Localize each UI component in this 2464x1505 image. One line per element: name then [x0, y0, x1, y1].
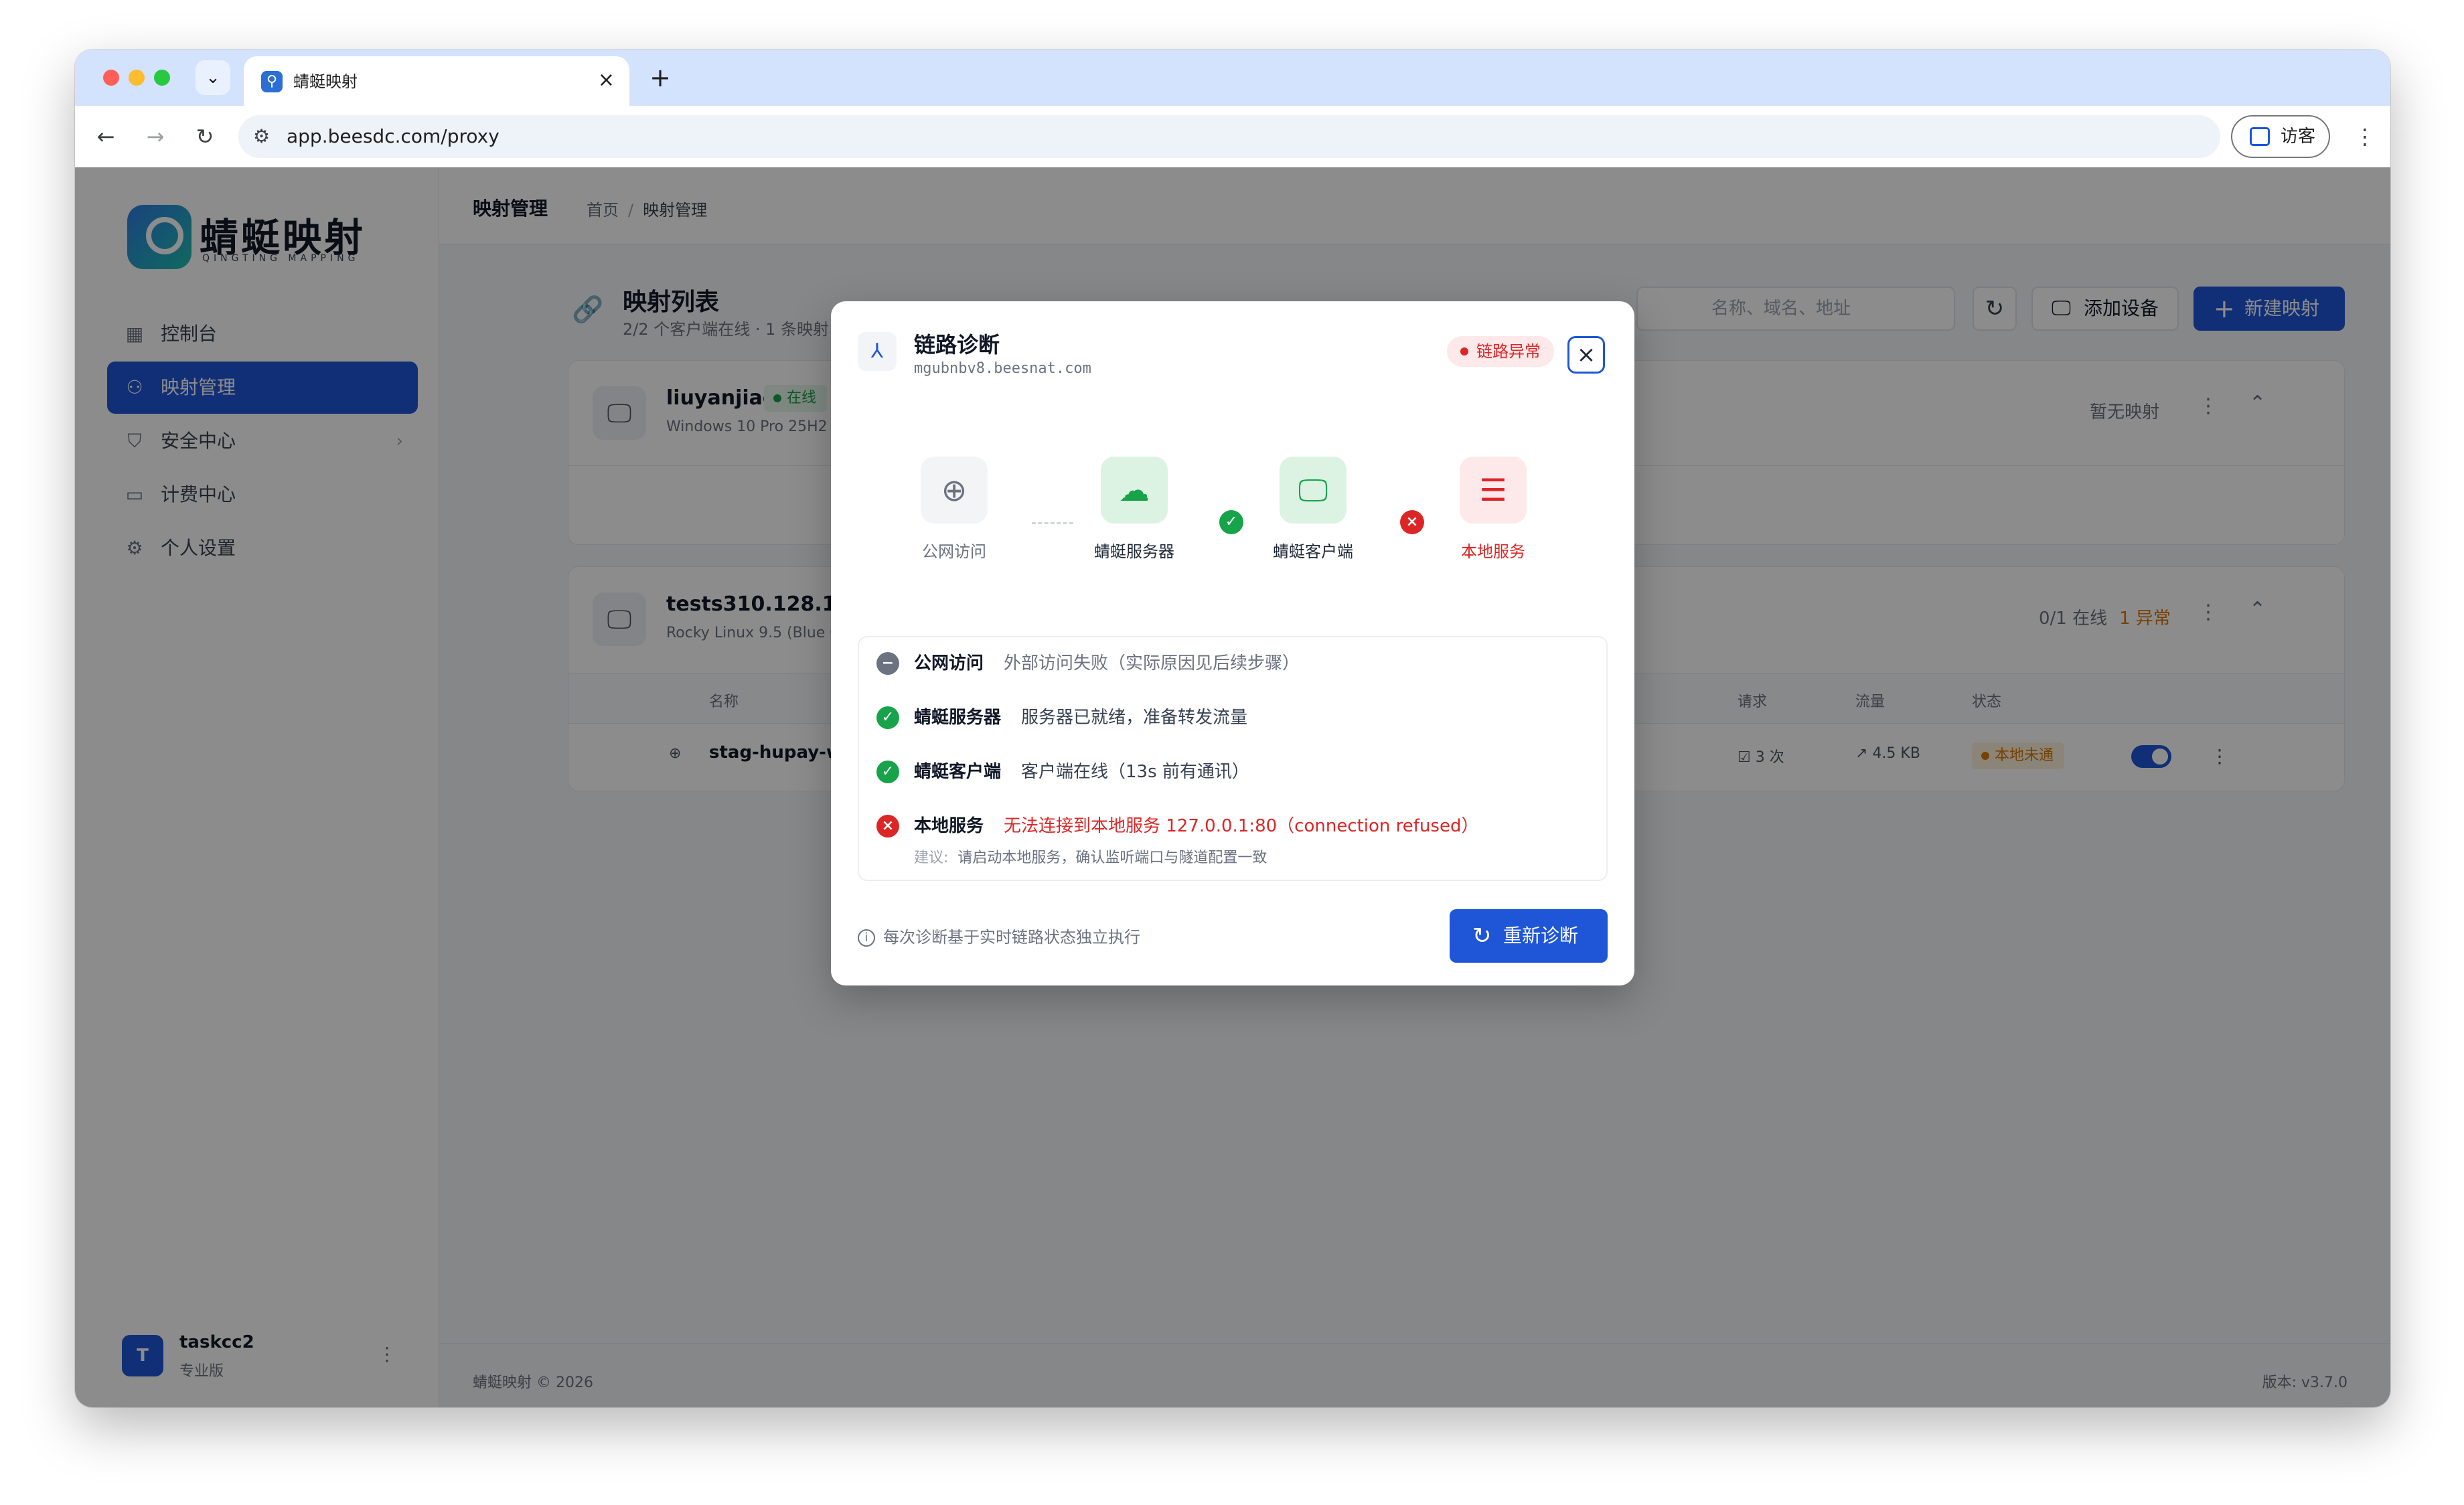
browser-menu-icon[interactable]: ⋮ [2352, 121, 2378, 153]
url-omnibox[interactable]: ⚙ app.beesdc.com/proxy [238, 115, 2220, 158]
step-name: 公网访问 [914, 653, 984, 674]
step-desc: 无法连接到本地服务 127.0.0.1:80（connection refuse… [1004, 816, 1479, 836]
list-item: − 公网访问 外部访问失败（实际原因见后续步骤） [859, 652, 1606, 706]
refresh-icon: ↻ [1472, 923, 1492, 949]
browser-window: ⌄ ⚲ 蜻蜓映射 × + ← → ↻ ⚙ app.beesdc.com/prox… [75, 50, 2390, 1407]
node-label: 本地服务 [1461, 542, 1525, 561]
maximize-window-button[interactable] [154, 70, 170, 86]
site-settings-icon[interactable]: ⚙ [253, 125, 270, 149]
server-icon: ☰ [1460, 457, 1527, 524]
globe-icon: ⊕ [921, 457, 988, 524]
rerun-diagnosis-button[interactable]: ↻ 重新诊断 [1450, 909, 1608, 963]
step-desc: 外部访问失败（实际原因见后续步骤） [1004, 653, 1300, 674]
url-text[interactable]: app.beesdc.com/proxy [287, 125, 499, 149]
tab-search-chevron-icon[interactable]: ⌄ [196, 60, 230, 95]
footer-info: i 每次诊断基于实时链路状态独立执行 [858, 924, 1140, 947]
new-tab-button[interactable]: + [643, 60, 678, 95]
step-desc: 服务器已就绪，准备转发流量 [1021, 708, 1248, 728]
browser-tab[interactable]: ⚲ 蜻蜓映射 × [244, 56, 629, 106]
step-desc: 客户端在线（13s 前有通讯） [1021, 762, 1249, 782]
close-tab-icon[interactable]: × [598, 67, 615, 94]
monitor-icon: 🖵 [1280, 457, 1346, 524]
step-name: 本地服务 [914, 816, 984, 836]
minimize-window-button[interactable] [129, 70, 145, 86]
footer-info-text: 每次诊断基于实时链路状态独立执行 [883, 928, 1140, 947]
step-name: 蜻蜓服务器 [914, 708, 1002, 728]
close-window-button[interactable] [103, 70, 119, 86]
node-public: ⊕ 公网访问 [887, 457, 1021, 562]
node-label: 公网访问 [922, 542, 986, 561]
profile-icon [2250, 127, 2270, 146]
error-icon: × [1400, 510, 1424, 534]
info-icon: i [858, 929, 875, 947]
diagnostic-steps: − 公网访问 外部访问失败（实际原因见后续步骤） ✓ 蜻蜓服务器 服务器已就绪，… [858, 636, 1608, 881]
status-badge: 链路异常 [1447, 336, 1554, 367]
list-item: × 本地服务 无法连接到本地服务 127.0.0.1:80（connection… [859, 815, 1606, 868]
step-name: 蜻蜓客户端 [914, 762, 1002, 782]
modal-title: 链路诊断 [914, 332, 1000, 358]
step-hint: 建议: 请启动本地服务，确认监听端口与隧道配置一致 [914, 846, 1267, 867]
close-modal-button[interactable]: × [1567, 336, 1605, 374]
guest-label: 访客 [2281, 127, 2316, 147]
rerun-label: 重新诊断 [1503, 925, 1579, 947]
check-circle-icon: ✓ [876, 761, 899, 783]
tab-title: 蜻蜓映射 [293, 72, 358, 91]
back-arrow-icon[interactable]: ← [90, 121, 122, 153]
check-circle-icon: ✓ [876, 706, 899, 729]
modal-host: mgubnbv8.beesnat.com [914, 360, 1091, 377]
guest-profile-button[interactable]: 访客 [2231, 115, 2330, 158]
node-client: 🖵 蜻蜓客户端 [1246, 457, 1380, 562]
check-icon: ✓ [1219, 510, 1243, 534]
address-bar: ← → ↻ ⚙ app.beesdc.com/proxy 访客 ⋮ [75, 106, 2390, 167]
node-label: 蜻蜓客户端 [1273, 542, 1353, 561]
hint-text: 请启动本地服务，确认监听端口与隧道配置一致 [957, 850, 1267, 866]
network-icon: ⅄ [858, 332, 897, 371]
cloud-icon: ☁ [1101, 457, 1168, 524]
list-item: ✓ 蜻蜓客户端 客户端在线（13s 前有通讯） [859, 761, 1606, 814]
diagnostic-modal: ⅄ 链路诊断 mgubnbv8.beesnat.com 链路异常 × ⊕ 公网访… [831, 301, 1634, 985]
hint-key: 建议: [914, 850, 949, 866]
list-item: ✓ 蜻蜓服务器 服务器已就绪，准备转发流量 [859, 706, 1606, 760]
node-local: ☰ 本地服务 [1426, 457, 1560, 562]
error-circle-icon: × [876, 815, 899, 838]
tab-strip: ⌄ ⚲ 蜻蜓映射 × + [75, 50, 2390, 106]
node-server: ☁ 蜻蜓服务器 [1067, 457, 1201, 562]
reload-icon[interactable]: ↻ [189, 121, 221, 153]
favicon-icon: ⚲ [261, 71, 283, 92]
forward-arrow-icon[interactable]: → [139, 121, 171, 153]
node-label: 蜻蜓服务器 [1094, 542, 1174, 561]
minus-circle-icon: − [876, 652, 899, 675]
